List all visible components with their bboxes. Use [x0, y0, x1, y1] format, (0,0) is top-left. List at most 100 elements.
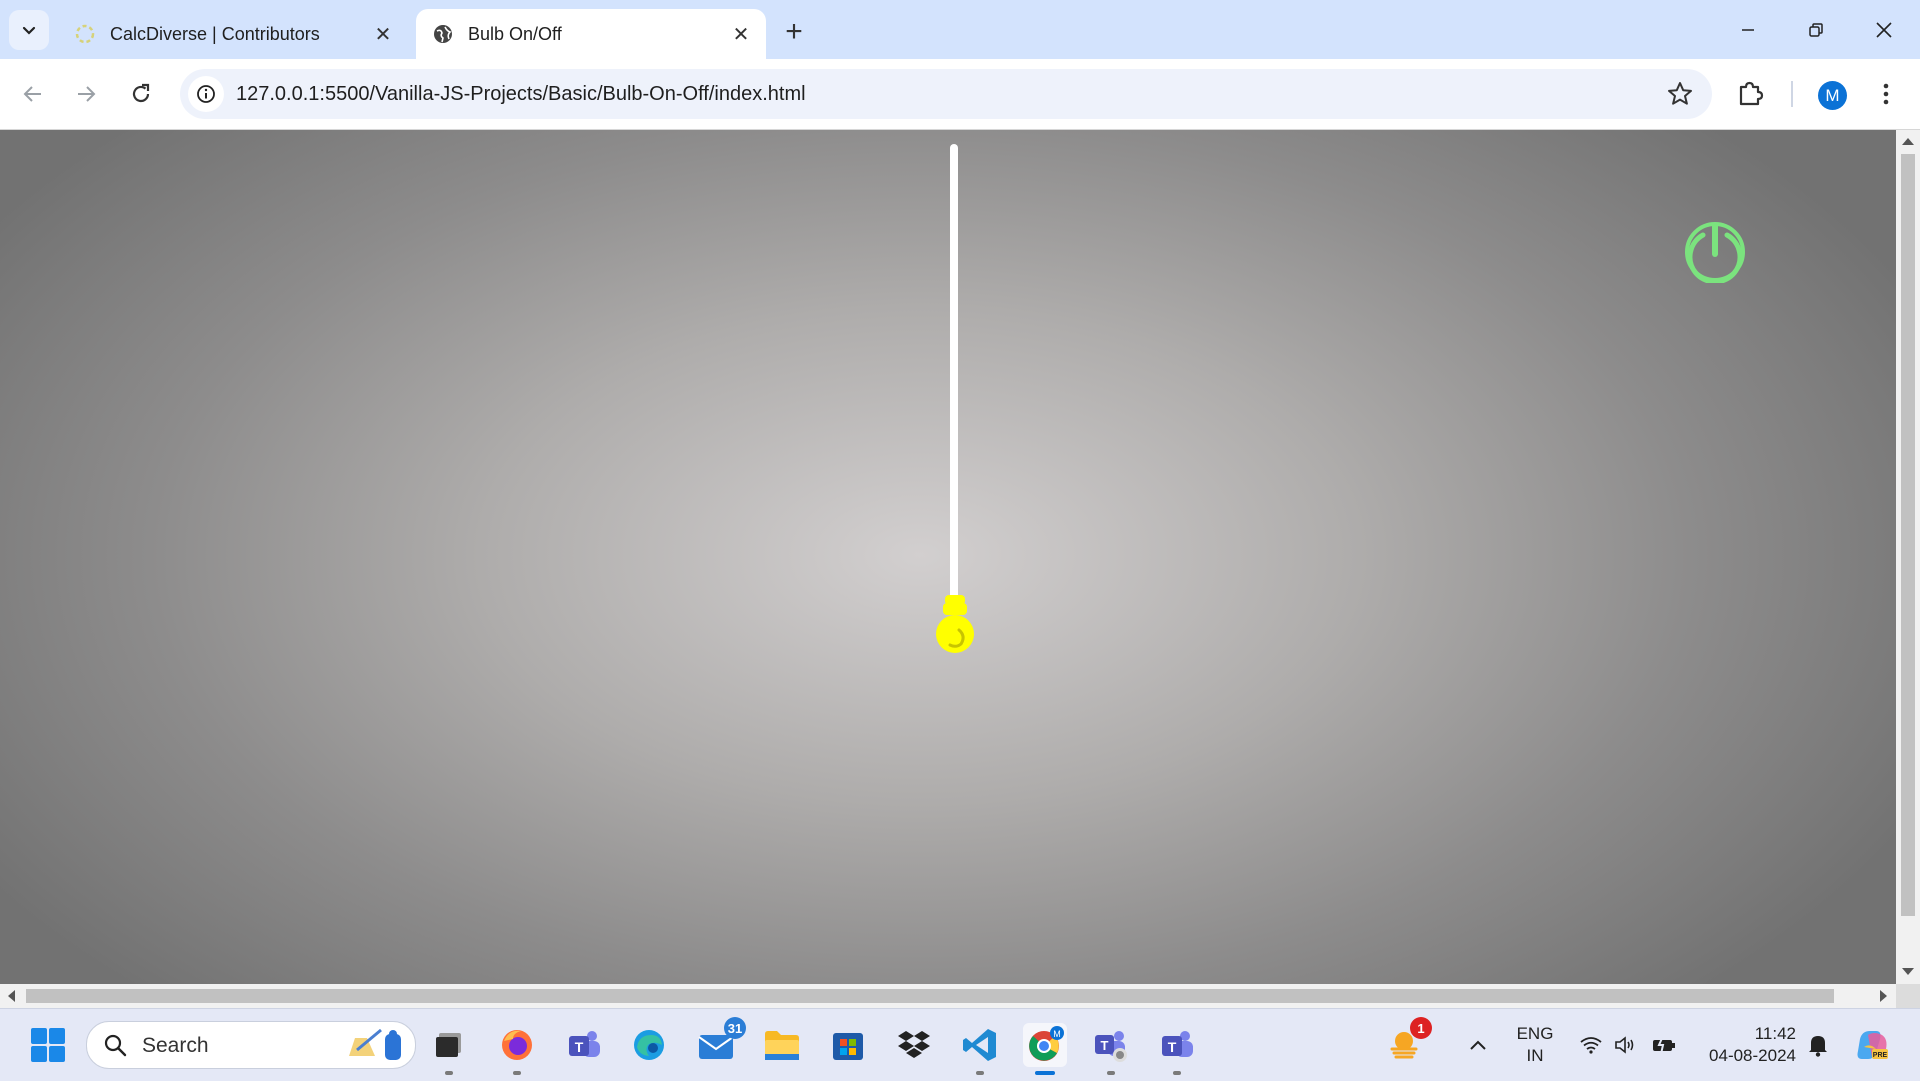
vertical-scroll-thumb[interactable]	[1901, 154, 1915, 916]
search-icon	[104, 1034, 127, 1057]
language-label: ENG	[1516, 1024, 1554, 1043]
volume-status[interactable]	[1604, 1023, 1646, 1067]
clock[interactable]: 11:42 04-08-2024	[1692, 1023, 1796, 1067]
folder-icon	[765, 1031, 799, 1060]
taskbar-teams-classic[interactable]: T	[1155, 1023, 1199, 1075]
forward-button[interactable]	[64, 72, 108, 116]
globe-icon	[432, 23, 454, 45]
weather-widget[interactable]: 1	[1382, 1017, 1432, 1067]
toolbar-divider	[1791, 81, 1793, 107]
bookmark-star-icon[interactable]	[1666, 80, 1694, 108]
site-info-icon[interactable]	[188, 76, 224, 112]
back-button[interactable]	[11, 72, 55, 116]
weather-alert-badge: 1	[1410, 1017, 1432, 1039]
calcdiverse-favicon-icon	[74, 23, 96, 45]
tab-search-button[interactable]	[9, 10, 49, 50]
arrow-right-icon	[78, 86, 96, 102]
scroll-right-arrow-icon[interactable]	[1880, 990, 1887, 1002]
taskbar-file-explorer[interactable]	[760, 1023, 804, 1067]
firefox-icon	[502, 1030, 532, 1060]
wifi-icon	[1580, 1037, 1602, 1054]
windows-taskbar: Search T 31 M T T 1 ENG IN 11:42 04-08-2…	[0, 1008, 1920, 1081]
svg-text:PRE: PRE	[1873, 1052, 1888, 1059]
clock-date: 04-08-2024	[1709, 1046, 1796, 1065]
close-tab-icon[interactable]: ✕	[368, 19, 398, 49]
power-toggle-button[interactable]	[1684, 221, 1746, 283]
chrome-icon: M	[1029, 1026, 1064, 1061]
tab-title: CalcDiverse | Contributors	[110, 23, 320, 44]
restore-button[interactable]	[1784, 8, 1848, 52]
scroll-up-arrow-icon[interactable]	[1902, 138, 1914, 145]
tab-calcdiverse[interactable]: CalcDiverse | Contributors ✕	[58, 9, 408, 59]
active-indicator	[1035, 1071, 1055, 1075]
volume-icon	[1615, 1036, 1634, 1054]
show-hidden-icons-button[interactable]	[1456, 1023, 1500, 1067]
running-indicator	[976, 1071, 984, 1075]
address-url[interactable]: 127.0.0.1:5500/Vanilla-JS-Projects/Basic…	[236, 83, 806, 106]
arrow-left-icon	[23, 86, 41, 102]
close-icon	[1876, 22, 1892, 38]
svg-text:T: T	[1168, 1039, 1177, 1055]
light-bulb[interactable]	[933, 592, 977, 662]
battery-status[interactable]	[1642, 1023, 1686, 1067]
profile-avatar[interactable]: M	[1818, 81, 1847, 110]
chevron-down-icon	[22, 26, 36, 35]
new-tab-button[interactable]: +	[776, 14, 812, 50]
more-vert-icon	[1883, 83, 1889, 105]
taskbar-task-view[interactable]	[427, 1023, 471, 1075]
scrollbar-corner	[1896, 984, 1920, 1008]
dropbox-icon	[898, 1031, 930, 1058]
notifications-button[interactable]	[1798, 1023, 1838, 1067]
chevron-up-icon	[1470, 1040, 1486, 1050]
taskbar-edge[interactable]	[627, 1023, 671, 1067]
tab-title: Bulb On/Off	[468, 23, 562, 44]
tab-bulb-on-off[interactable]: Bulb On/Off ✕	[416, 9, 766, 59]
taskbar-microsoft-store[interactable]	[826, 1023, 870, 1067]
teams-work-icon: T	[1095, 1031, 1127, 1062]
teams-classic-icon: T	[1162, 1031, 1193, 1057]
copilot-button[interactable]: PRE	[1850, 1023, 1894, 1067]
browser-toolbar: 127.0.0.1:5500/Vanilla-JS-Projects/Basic…	[0, 59, 1920, 130]
taskbar-dropbox[interactable]	[892, 1023, 936, 1067]
taskbar-search[interactable]: Search	[86, 1021, 416, 1069]
start-button[interactable]	[26, 1023, 70, 1067]
browser-menu-button[interactable]	[1872, 79, 1900, 109]
taskbar-vscode[interactable]	[958, 1023, 1002, 1075]
horizontal-scroll-thumb[interactable]	[26, 989, 1834, 1003]
running-indicator	[513, 1071, 521, 1075]
scroll-left-arrow-icon[interactable]	[8, 990, 15, 1002]
extensions-puzzle-icon[interactable]	[1734, 78, 1766, 110]
vscode-icon	[963, 1029, 996, 1061]
running-indicator	[445, 1071, 453, 1075]
bulb-cord	[950, 144, 958, 599]
copilot-icon: PRE	[1857, 1031, 1888, 1059]
windows-logo-icon	[31, 1028, 65, 1062]
horizontal-scrollbar[interactable]	[0, 984, 1896, 1008]
language-indicator[interactable]: ENG IN	[1508, 1023, 1562, 1067]
svg-text:T: T	[1101, 1038, 1109, 1053]
minimize-icon	[1742, 29, 1754, 31]
minimize-button[interactable]	[1716, 8, 1780, 52]
reload-button[interactable]	[119, 72, 163, 116]
search-label: Search	[142, 1034, 209, 1057]
taskbar-teams-work[interactable]: T	[1089, 1023, 1133, 1075]
reload-icon	[132, 83, 150, 103]
restore-icon	[1809, 23, 1823, 37]
scroll-down-arrow-icon[interactable]	[1902, 968, 1914, 975]
close-tab-icon[interactable]: ✕	[726, 19, 756, 49]
address-bar[interactable]: 127.0.0.1:5500/Vanilla-JS-Projects/Basic…	[180, 69, 1712, 119]
taskbar-mail[interactable]: 31	[694, 1017, 746, 1067]
running-indicator	[1173, 1071, 1181, 1075]
teams-icon: T	[569, 1031, 600, 1057]
taskbar-chrome[interactable]: M	[1023, 1023, 1067, 1075]
search-highlight-icon	[349, 1028, 401, 1060]
vertical-scrollbar[interactable]	[1896, 130, 1920, 984]
svg-text:T: T	[575, 1039, 584, 1055]
taskbar-firefox[interactable]	[495, 1023, 539, 1075]
close-window-button[interactable]	[1852, 8, 1916, 52]
taskbar-teams[interactable]: T	[562, 1023, 606, 1067]
running-indicator	[1107, 1071, 1115, 1075]
task-view-icon	[436, 1033, 461, 1057]
svg-text:M: M	[1053, 1029, 1061, 1039]
clock-time: 11:42	[1754, 1024, 1796, 1043]
